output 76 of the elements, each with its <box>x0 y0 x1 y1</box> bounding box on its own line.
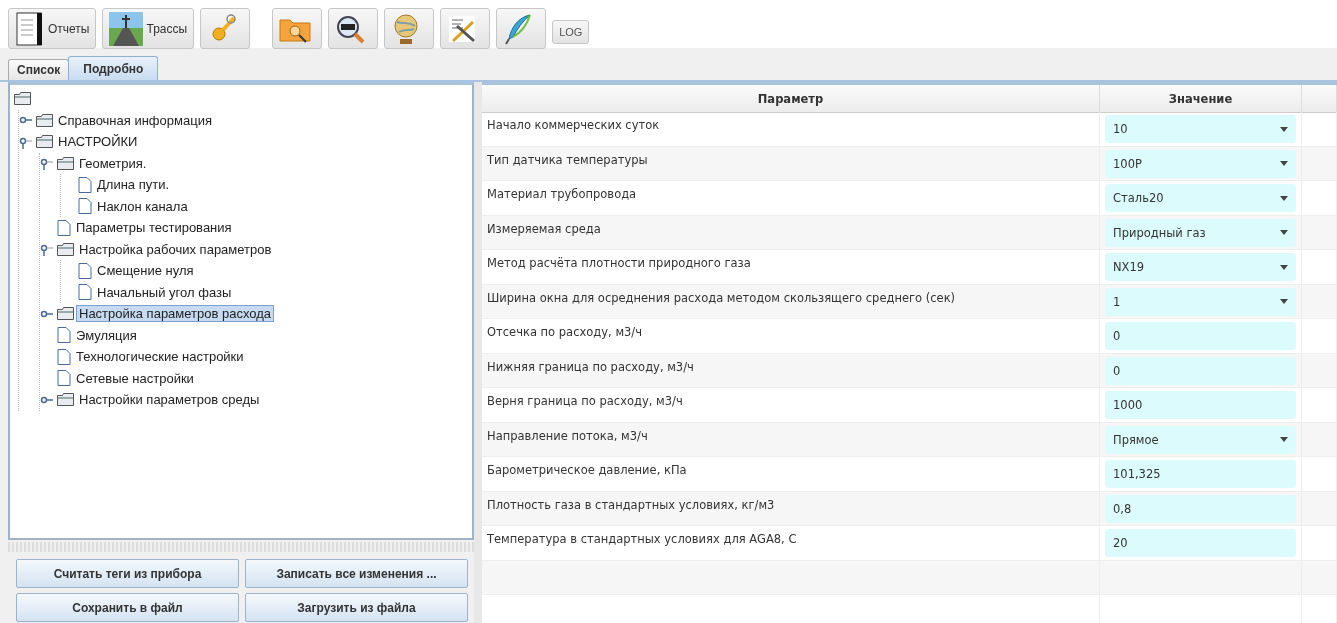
tree-item[interactable]: Эмуляция <box>74 327 139 343</box>
file-icon <box>57 348 71 365</box>
tree-item[interactable]: Геометрия. <box>77 155 149 171</box>
action-button[interactable]: Записать все изменения ... <box>245 559 468 588</box>
document-icon <box>15 11 45 46</box>
folder-icon <box>57 242 74 256</box>
feather-icon <box>503 12 534 45</box>
parameter-name: Отсечка по расходу, м3/ч <box>482 319 1100 354</box>
parameter-name: Плотность газа в стандартных условиях, кг/м3 <box>482 491 1100 526</box>
file-icon <box>57 327 71 344</box>
value-field[interactable]: 0,8 <box>1105 494 1296 523</box>
parameter-name: Барометрическое давление, кПа <box>482 457 1100 492</box>
parameter-name: Тип датчика температуры <box>482 146 1100 181</box>
collapse-handle-icon[interactable] <box>40 156 54 171</box>
folder-icon <box>57 307 74 321</box>
folder-icon <box>14 92 31 106</box>
tree-item[interactable]: Настройка рабочих параметров <box>77 241 274 257</box>
value-field[interactable]: 1000 <box>1105 391 1296 419</box>
parameter-name: Нижняя граница по расходу, м3/ч <box>482 353 1100 388</box>
file-icon <box>78 176 92 193</box>
file-icon <box>57 370 71 387</box>
folder-icon <box>57 393 74 407</box>
tree-item[interactable]: Настройка параметров расхода <box>77 306 274 322</box>
folder-icon <box>36 113 53 127</box>
parameter-name: Измеряемая среда <box>482 215 1100 250</box>
value-field[interactable]: 0 <box>1105 322 1296 350</box>
value-dropdown[interactable]: 100P <box>1105 149 1296 178</box>
tools-icon <box>447 13 478 44</box>
value-dropdown[interactable]: Сталь20 <box>1105 184 1296 212</box>
tab[interactable]: Подробно <box>68 56 159 80</box>
parameter-name: Ширина окна для осреднения расхода методом скользящего среднего (сек) <box>482 284 1100 319</box>
action-button[interactable]: Загрузить из файла <box>245 593 468 622</box>
value-field[interactable]: 20 <box>1105 529 1296 557</box>
toolbar-button[interactable]: Трассы <box>102 8 195 49</box>
parameter-name: Температура в стандартных условиях для AGA8, С <box>482 526 1100 561</box>
value-dropdown[interactable]: Природный газ <box>1105 218 1296 247</box>
collapse-handle-icon[interactable] <box>40 242 54 257</box>
parameter-name: Направление потока, м3/ч <box>482 422 1100 457</box>
file-icon <box>78 262 92 279</box>
column-header: Параметр <box>482 85 1100 113</box>
toolbar-button[interactable] <box>440 8 491 49</box>
action-button[interactable]: Считать теги из прибора <box>16 559 239 588</box>
value-dropdown[interactable]: 10 <box>1105 115 1296 143</box>
file-icon <box>78 284 92 301</box>
tree-item[interactable]: Сетевые настройки <box>74 370 196 386</box>
parameter-name: Верня граница по расходу, м3/ч <box>482 388 1100 423</box>
log-button[interactable]: LOG <box>552 20 590 44</box>
value-dropdown[interactable]: 1 <box>1105 287 1296 316</box>
parameter-name: Метод расчёта плотности природного газа <box>482 250 1100 285</box>
toolbar-button[interactable]: Отчеты <box>8 8 97 49</box>
value-dropdown[interactable]: Прямое <box>1105 425 1296 454</box>
tree-item[interactable]: Наклон канала <box>95 198 190 214</box>
file-icon <box>78 198 92 215</box>
parameter-name: Материал трубопровода <box>482 181 1100 216</box>
tree-item[interactable]: НАСТРОЙКИ <box>56 134 140 150</box>
tree-item[interactable]: Технологические настройки <box>74 349 246 365</box>
value-field[interactable]: 0 <box>1105 356 1296 385</box>
folder-icon <box>57 156 74 170</box>
action-button[interactable]: Сохранить в файл <box>16 593 239 622</box>
value-field[interactable]: 101,325 <box>1105 460 1296 488</box>
tree-item[interactable]: Начальный угол фазы <box>95 284 234 300</box>
tree-item[interactable]: Настройки параметров среды <box>77 392 262 408</box>
column-header <box>1302 85 1337 113</box>
toolbar-button[interactable] <box>328 8 379 49</box>
tab[interactable]: Список <box>8 59 70 80</box>
file-icon <box>57 219 71 236</box>
value-dropdown[interactable]: NX19 <box>1105 253 1296 281</box>
tree-item[interactable]: Длина пути. <box>95 177 172 193</box>
folder-icon <box>36 135 53 149</box>
road-icon <box>109 11 144 46</box>
parameter-name: Начало коммерческих суток <box>482 112 1100 147</box>
tree-item[interactable]: Справочная информация <box>56 112 214 128</box>
magnifier-icon <box>335 13 366 44</box>
tree-item[interactable]: Смещение нуля <box>95 263 196 279</box>
tree-item[interactable]: Параметры тестирования <box>74 220 234 236</box>
column-header: Значение <box>1100 85 1302 113</box>
